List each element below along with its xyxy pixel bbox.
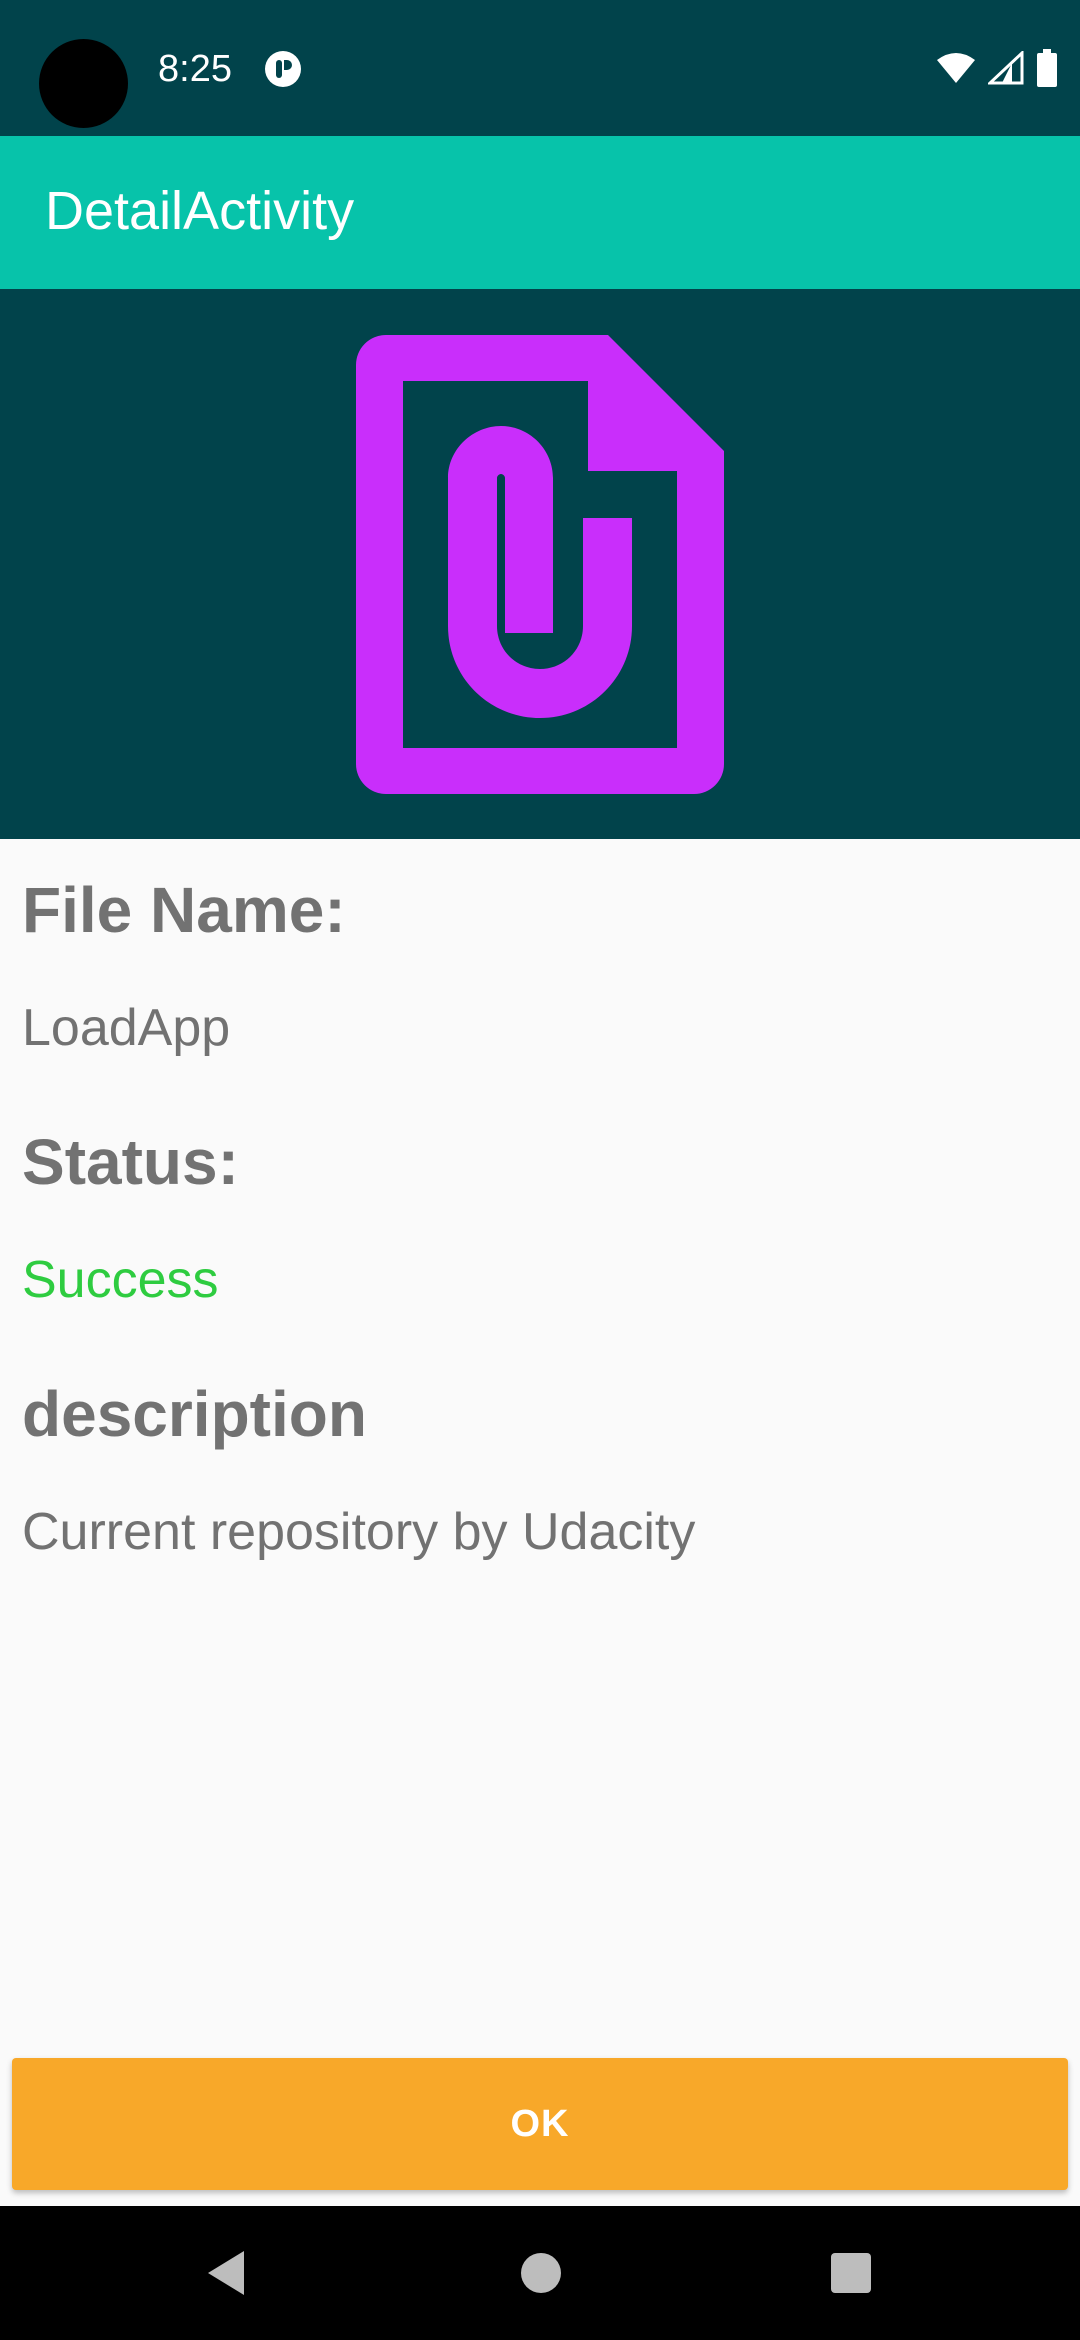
status-value: Success xyxy=(22,1251,219,1309)
description-label: description xyxy=(22,1378,367,1450)
recents-icon xyxy=(831,2253,871,2293)
app-bar: DetailActivity xyxy=(0,136,1080,289)
nav-back-button[interactable] xyxy=(146,2206,306,2340)
detail-screen: 8:25 DetailActivity File Name: LoadApp S… xyxy=(0,0,1080,2340)
navigation-bar xyxy=(0,2206,1080,2340)
file-attachment-icon xyxy=(356,335,724,794)
status-bar: 8:25 xyxy=(0,0,1080,136)
nav-home-button[interactable] xyxy=(461,2206,621,2340)
description-value: Current repository by Udacity xyxy=(22,1503,696,1561)
file-name-label: File Name: xyxy=(22,874,346,946)
nav-recents-button[interactable] xyxy=(771,2206,931,2340)
ok-button[interactable]: OK xyxy=(12,2058,1068,2190)
status-time: 8:25 xyxy=(158,48,232,90)
file-name-value: LoadApp xyxy=(22,999,231,1057)
wifi-icon xyxy=(937,53,975,83)
status-label: Status: xyxy=(22,1126,239,1198)
cellular-signal-icon xyxy=(988,51,1024,85)
app-title: DetailActivity xyxy=(45,181,355,241)
camera-cutout xyxy=(39,39,128,128)
battery-icon xyxy=(1037,49,1057,87)
home-icon xyxy=(521,2253,561,2293)
details-section: File Name: LoadApp Status: Success descr… xyxy=(22,860,1058,1572)
status-icons xyxy=(936,48,1058,88)
hero-banner xyxy=(0,289,1080,839)
back-icon xyxy=(208,2251,244,2295)
app-notification-icon xyxy=(265,51,301,87)
